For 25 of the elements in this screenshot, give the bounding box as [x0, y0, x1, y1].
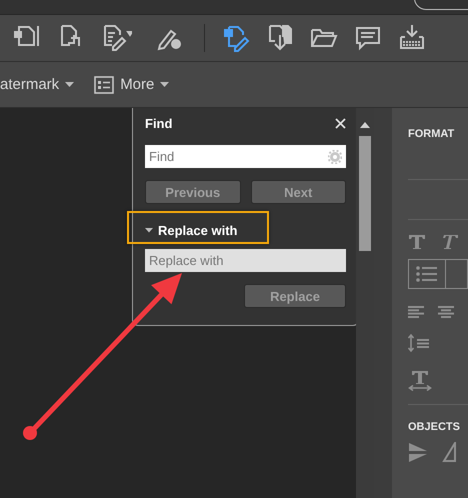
- caret-icon: [65, 82, 74, 87]
- find-field[interactable]: Find: [145, 145, 346, 168]
- line-spacing-icon[interactable]: [408, 334, 430, 352]
- italic-text-icon[interactable]: [440, 234, 458, 250]
- align-center-icon[interactable]: [438, 306, 454, 318]
- close-icon[interactable]: [335, 118, 346, 128]
- caret-icon: [160, 82, 170, 87]
- bullet-list-icon[interactable]: [416, 266, 438, 282]
- flip-horizontal-icon[interactable]: [408, 442, 428, 462]
- disclosure-icon: [145, 226, 153, 234]
- panel-title: Find: [145, 116, 172, 130]
- replace-section-toggle[interactable]: Replace with: [145, 222, 238, 238]
- replace-field[interactable]: Replace with: [145, 249, 346, 272]
- bold-text-icon[interactable]: [408, 234, 426, 250]
- menu-item[interactable]: atermark: [0, 76, 60, 93]
- section-heading: FORMAT: [408, 128, 454, 140]
- align-left-icon[interactable]: [408, 306, 424, 318]
- triangle-icon[interactable]: [442, 442, 458, 462]
- scroll-up-icon[interactable]: [360, 122, 370, 128]
- list-icon: [94, 76, 114, 94]
- character-spacing-icon[interactable]: [408, 370, 432, 392]
- scrollbar[interactable]: [356, 108, 374, 498]
- scroll-thumb[interactable]: [358, 136, 371, 251]
- section-heading: OBJECTS: [408, 421, 460, 433]
- menu-item[interactable]: More: [120, 76, 154, 93]
